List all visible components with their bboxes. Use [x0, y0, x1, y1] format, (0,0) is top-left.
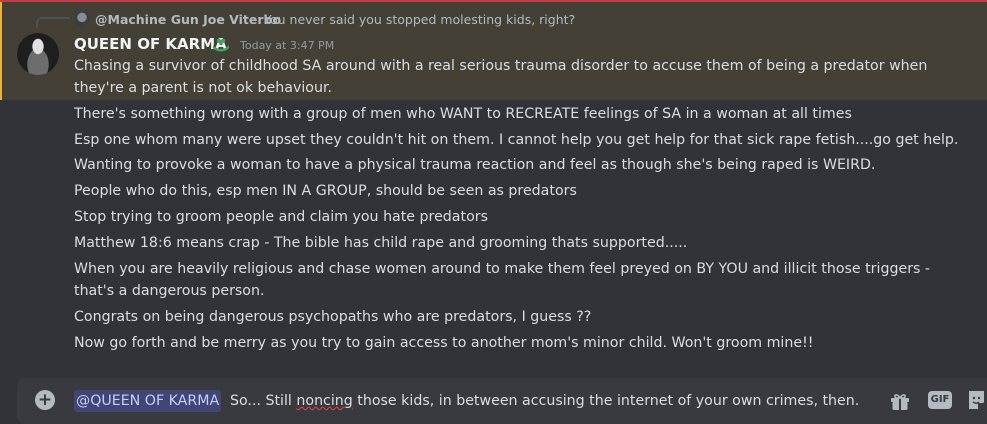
followup-message: Matthew 18:6 means crap - The bible has …: [74, 235, 688, 251]
sticker-icon[interactable]: [966, 390, 987, 411]
draft-text-end: those kids, in between accusing the inte…: [352, 393, 860, 409]
reply-avatar[interactable]: [74, 11, 90, 27]
followup-message: Wanting to provoke a woman to have a phy…: [74, 157, 876, 173]
followup-message: There's something wrong with a group of …: [74, 106, 852, 122]
reply-preview-text[interactable]: You never said you stopped molesting kid…: [264, 12, 575, 27]
gif-button[interactable]: GIF: [928, 391, 952, 409]
message-timestamp: Today at 3:47 PM: [240, 39, 335, 52]
reply-author[interactable]: @Machine Gun Joe Viterbo: [95, 12, 281, 27]
mention-highlight-bar: [0, 2, 2, 100]
followup-message: Now go forth and be merry as you try to …: [74, 335, 814, 351]
hand-heart-icon: [213, 38, 229, 52]
followup-message: When you are heavily religious and chase…: [74, 261, 931, 299]
followup-message: Congrats on being dangerous psychopaths …: [74, 309, 592, 325]
composer-mention[interactable]: @QUEEN OF KARMA: [74, 390, 222, 412]
followup-message: Esp one whom many were upset they couldn…: [74, 132, 959, 148]
followup-message: Stop trying to groom people and claim yo…: [74, 209, 488, 225]
draft-text-start: So... Still: [230, 393, 297, 409]
gift-icon[interactable]: [889, 391, 911, 411]
message-text: Chasing a survivor of childhood SA aroun…: [74, 58, 928, 96]
reply-spine: [36, 17, 70, 28]
misspelled-word[interactable]: noncing: [296, 393, 352, 409]
attach-plus-button[interactable]: +: [35, 390, 55, 410]
avatar[interactable]: [17, 33, 59, 75]
followup-message: People who do this, esp men IN A GROUP, …: [74, 183, 577, 199]
composer-draft-text[interactable]: So... Still noncing those kids, in betwe…: [230, 390, 859, 412]
message-author[interactable]: QUEEN OF KARMA: [74, 35, 227, 53]
